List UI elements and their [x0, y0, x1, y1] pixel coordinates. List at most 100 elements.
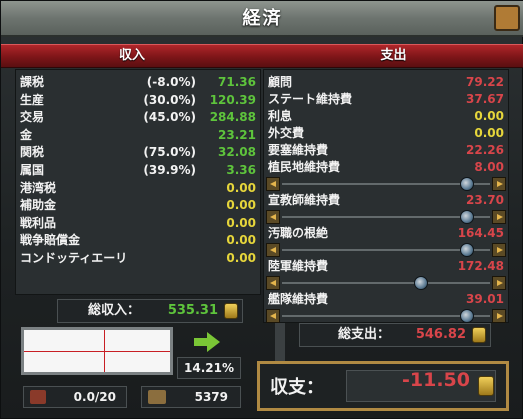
- expense-value: 79.22: [466, 75, 504, 89]
- expense-label: 陸軍維持費: [268, 259, 329, 273]
- slider-track[interactable]: [282, 216, 490, 218]
- total-income-value: 535.31: [167, 303, 218, 318]
- economy-window: 経済 収入 支出 課税 (-8.0%) 71.36 生産 (30.0%) 120.39 交易…: [0, 0, 523, 419]
- map-icon: [148, 390, 166, 404]
- expense-row: 艦隊維持費 39.01: [264, 291, 508, 308]
- income-label: 生産: [20, 92, 45, 107]
- connector: [263, 323, 303, 361]
- slider-track[interactable]: [282, 315, 490, 317]
- expense-value: 8.00: [474, 160, 504, 174]
- expense-label: 利息: [268, 109, 293, 123]
- slider-increase-icon[interactable]: [492, 276, 506, 290]
- expense-label: 顧問: [268, 75, 293, 89]
- income-value: 120.39: [209, 92, 256, 107]
- window-title: 経済: [242, 8, 283, 29]
- expense-value: 172.48: [457, 259, 504, 273]
- expense-label: 汚職の根絶: [268, 226, 329, 240]
- slider-track[interactable]: [282, 282, 490, 284]
- income-row: 関税 (75.0%) 32.08: [16, 144, 260, 161]
- expense-row: ステート維持費 37.67: [264, 91, 508, 108]
- inflation-value: 14.21%: [177, 357, 241, 379]
- arrow-shaft: [194, 338, 207, 346]
- expense-label: 宣教師維持費: [268, 193, 341, 207]
- expense-slider[interactable]: [264, 276, 508, 290]
- expense-row: 陸軍維持費 172.48: [264, 258, 508, 275]
- slider-knob[interactable]: [460, 177, 475, 191]
- expense-row: 利息 0.00: [264, 108, 508, 125]
- expense-value: 0.00: [474, 126, 504, 140]
- slider-knob[interactable]: [460, 243, 475, 257]
- total-expenses-value: 546.82: [415, 327, 466, 342]
- slider-increase-icon[interactable]: [492, 210, 506, 224]
- expense-value: 22.26: [466, 143, 504, 157]
- slider-increase-icon[interactable]: [492, 177, 506, 191]
- income-value: 3.36: [226, 163, 256, 177]
- income-row: コンドッティエーリ 0.00: [16, 250, 260, 267]
- slider-knob[interactable]: [413, 276, 428, 290]
- income-value: 0.00: [226, 215, 256, 230]
- stat-box-left: 0.0/20: [23, 386, 127, 408]
- inflation-graph: [21, 327, 173, 375]
- expenses-panel: 顧問 79.22 ステート維持費 37.67 利息 0.00 外交費 0.00 要塞維持費 22.…: [263, 69, 509, 323]
- expense-label: 外交費: [268, 126, 305, 140]
- expense-slider[interactable]: [264, 309, 508, 323]
- expense-value: 0.00: [474, 109, 504, 123]
- slider-track[interactable]: [282, 249, 490, 251]
- title-bar: 経済: [1, 1, 523, 37]
- income-label: コンドッティエーリ: [20, 251, 128, 265]
- slider-decrease-icon[interactable]: [266, 276, 280, 290]
- expense-row: 植民地維持費 8.00: [264, 159, 508, 176]
- expense-slider[interactable]: [264, 177, 508, 191]
- expense-slider[interactable]: [264, 243, 508, 257]
- income-row: 課税 (-8.0%) 71.36: [16, 74, 260, 91]
- slider-decrease-icon[interactable]: [266, 210, 280, 224]
- income-row: 戦争賠償金 0.00: [16, 232, 260, 249]
- expense-row: 宣教師維持費 23.70: [264, 192, 508, 209]
- income-row: 金 23.21: [16, 127, 260, 144]
- green-arrow-icon[interactable]: [194, 332, 220, 352]
- slider-knob[interactable]: [460, 210, 475, 224]
- slider-decrease-icon[interactable]: [266, 309, 280, 323]
- income-percent: (39.9%): [143, 163, 196, 177]
- balance-label: 収支：: [270, 377, 324, 398]
- slider-knob[interactable]: [460, 309, 475, 323]
- income-value: 0.00: [226, 251, 256, 265]
- income-value: 0.00: [226, 180, 256, 195]
- income-label: 金: [20, 127, 33, 142]
- coin-stack-icon: [478, 376, 494, 396]
- income-percent: (75.0%): [143, 145, 196, 160]
- expense-value: 23.70: [466, 193, 504, 207]
- income-label: 課税: [20, 75, 45, 89]
- income-row: 属国 (39.9%) 3.36: [16, 162, 260, 179]
- income-label: 属国: [20, 163, 45, 177]
- expense-value: 39.01: [466, 292, 504, 306]
- income-label: 補助金: [20, 198, 57, 213]
- expense-row: 要塞維持費 22.26: [264, 142, 508, 159]
- expense-row: 汚職の根絶 164.45: [264, 225, 508, 242]
- income-percent: (-8.0%): [146, 75, 196, 89]
- income-label: 戦利品: [20, 215, 57, 230]
- slider-decrease-icon[interactable]: [266, 177, 280, 191]
- income-value: 32.08: [218, 145, 256, 160]
- income-row: 港湾税 0.00: [16, 180, 260, 197]
- income-row: 戦利品 0.00: [16, 215, 260, 232]
- expense-label: 植民地維持費: [268, 160, 341, 174]
- slider-increase-icon[interactable]: [492, 243, 506, 257]
- income-row: 生産 (30.0%) 120.39: [16, 92, 260, 109]
- income-row: 交易 (45.0%) 284.88: [16, 109, 260, 126]
- total-income-box: 総収入： 535.31: [57, 299, 243, 323]
- total-income-label: 総収入：: [88, 303, 141, 318]
- close-icon[interactable]: [494, 5, 520, 31]
- graph-marker: [104, 330, 105, 372]
- stat-left-value: 0.0/20: [73, 390, 116, 404]
- slider-increase-icon[interactable]: [492, 309, 506, 323]
- slider-track[interactable]: [282, 183, 490, 185]
- income-percent: (30.0%): [143, 92, 196, 107]
- income-value: 23.21: [218, 127, 256, 142]
- expense-value: 164.45: [457, 226, 504, 240]
- expenses-header: 支出: [263, 44, 523, 68]
- expense-slider[interactable]: [264, 210, 508, 224]
- graph-line: [24, 351, 170, 352]
- slider-decrease-icon[interactable]: [266, 243, 280, 257]
- income-row: 補助金 0.00: [16, 197, 260, 214]
